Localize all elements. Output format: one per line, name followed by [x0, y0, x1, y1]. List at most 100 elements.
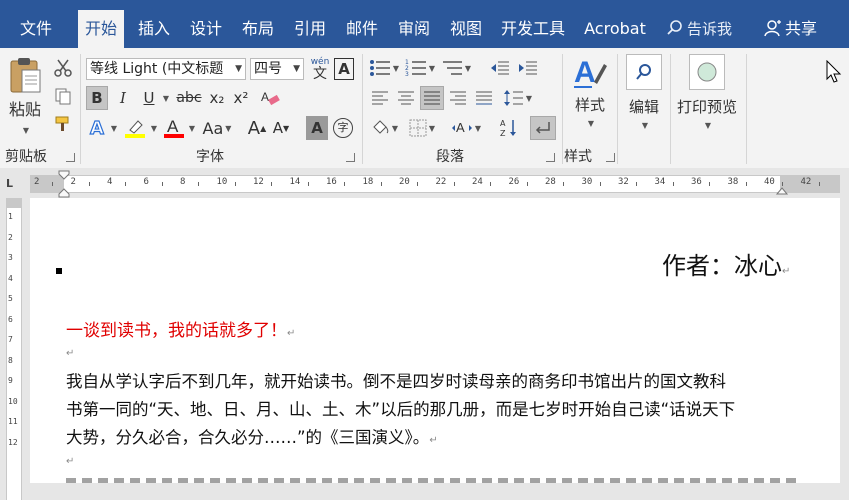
tell-me-search[interactable]: 告诉我	[666, 10, 732, 48]
styles-button[interactable]: A 样式 ▼	[566, 54, 614, 138]
character-shading-button[interactable]: A	[306, 116, 328, 140]
paragraph-mark-icon	[535, 122, 550, 134]
justify-button[interactable]	[420, 86, 444, 110]
font-color-button[interactable]: A	[162, 116, 186, 140]
copy-button[interactable]	[52, 84, 74, 108]
character-border-button[interactable]: A	[334, 58, 354, 80]
text-effects-dropdown[interactable]: ▼	[108, 116, 118, 140]
asian-layout-button[interactable]: A ▼	[450, 116, 482, 140]
editing-icon-box	[626, 54, 662, 90]
font-size-combo[interactable]: 四号 ▼	[250, 58, 304, 80]
tab-acrobat[interactable]: Acrobat	[580, 10, 650, 48]
right-indent-marker[interactable]	[776, 184, 788, 196]
shading-button[interactable]: ▼	[368, 116, 400, 140]
vertical-ruler[interactable]: 1 2 3 4 5 6 7 8 9 10 11 12	[0, 198, 22, 500]
vruler-number: 5	[8, 294, 13, 303]
document-page[interactable]: 作者：冰心↵ 一谈到读书，我的话就多了！↵ ↵ 我自从学认字后不到几年，就开始读…	[30, 198, 840, 483]
tab-design[interactable]: 设计	[184, 10, 228, 48]
styles-dialog-launcher[interactable]	[606, 153, 615, 162]
ruler-number: 2	[34, 177, 40, 187]
chevron-down-icon: ▼	[587, 119, 595, 128]
ribbon-tab-bar: 文件 开始 插入 设计 布局 引用 邮件 审阅 视图 开发工具 Acrobat …	[0, 0, 849, 48]
align-right-button[interactable]	[446, 86, 470, 110]
chevron-down-icon: ▼	[22, 126, 30, 135]
clipboard-dialog-launcher[interactable]	[66, 153, 75, 162]
show-hide-marks-button[interactable]	[530, 116, 556, 140]
print-preview-button[interactable]: 打印预览 ▼	[672, 54, 742, 138]
multilevel-list-button[interactable]: ▼	[440, 56, 472, 80]
vruler-number: 12	[8, 437, 18, 447]
underline-button[interactable]: U	[138, 86, 160, 110]
tab-selector-icon[interactable]: L	[6, 177, 20, 191]
font-name-combo[interactable]: 等线 Light (中文标题 ▼	[86, 58, 246, 80]
borders-button[interactable]: ▼	[406, 116, 438, 140]
ruler-tick	[198, 182, 199, 186]
ruler-number: 36	[691, 177, 702, 187]
cut-button[interactable]	[52, 56, 74, 80]
svg-text:A: A	[167, 117, 179, 136]
line-spacing-button[interactable]: ▼	[502, 86, 534, 110]
ruler-number: 2	[70, 177, 76, 187]
tab-mailings[interactable]: 邮件	[340, 10, 384, 48]
font-dialog-launcher[interactable]	[346, 153, 355, 162]
sort-button[interactable]: AZ	[496, 116, 522, 140]
superscript-button[interactable]: x²	[230, 86, 252, 110]
align-left-button[interactable]	[368, 86, 392, 110]
borders-icon	[409, 119, 427, 137]
body-paragraph[interactable]: 我自从学认字后不到几年，就开始读书。倒不是四岁时读母亲的商务印书馆出片的国文教科…	[66, 368, 735, 455]
font-color-dropdown[interactable]: ▼	[186, 116, 196, 140]
clear-formatting-button[interactable]: A	[258, 86, 282, 110]
highlight-dropdown[interactable]: ▼	[148, 116, 158, 140]
ruler-number: 30	[581, 177, 593, 187]
italic-button[interactable]: I	[112, 86, 134, 110]
paragraph-group: ▼ 1 2 3 ▼ ▼ ▼ ▼ ▼ A ▼ A Z 段落	[364, 48, 562, 168]
editing-button[interactable]: 编辑 ▼	[620, 54, 668, 138]
ruler-number: 10	[216, 177, 228, 187]
increase-indent-button[interactable]	[516, 56, 540, 80]
paragraph-mark: ↵	[429, 435, 438, 446]
align-left-icon	[372, 91, 388, 105]
tab-view[interactable]: 视图	[444, 10, 488, 48]
grow-font-button[interactable]: A ▲	[246, 116, 268, 140]
tab-developer[interactable]: 开发工具	[496, 10, 570, 48]
horizontal-ruler[interactable]: L 2 2 4 6 8 10 12 14 16 18 20 22 24 26 28 30 32 34 36 38 40 4…	[0, 168, 849, 198]
ruler-tick	[417, 182, 418, 186]
shrink-font-button[interactable]: A ▼	[270, 116, 292, 140]
paste-button[interactable]: 粘贴 ▼	[4, 56, 46, 140]
subscript-button[interactable]: x₂	[206, 86, 228, 110]
ruler-tick	[125, 182, 126, 186]
numbering-button[interactable]: 1 2 3 ▼	[404, 56, 436, 80]
strikethrough-button[interactable]: abc	[174, 86, 204, 110]
heading-line[interactable]: 一谈到读书，我的话就多了！↵	[66, 316, 295, 341]
ruler-number: 34	[654, 177, 666, 187]
tab-file[interactable]: 文件	[10, 10, 62, 48]
bold-button[interactable]: B	[86, 86, 108, 110]
vruler-top-margin	[7, 198, 21, 208]
distributed-button[interactable]	[472, 86, 496, 110]
first-line-indent-marker[interactable]	[58, 170, 70, 198]
text-effects-button[interactable]: A	[86, 116, 108, 140]
author-line[interactable]: 作者：冰心↵	[662, 246, 790, 281]
phonetic-guide-button[interactable]: wén 文	[308, 56, 332, 82]
paragraph-dialog-launcher[interactable]	[546, 153, 555, 162]
underline-dropdown[interactable]: ▼	[160, 86, 170, 110]
highlight-button[interactable]	[122, 116, 148, 140]
format-painter-button[interactable]	[52, 112, 74, 136]
ruler-number: 40	[764, 177, 775, 187]
bullets-button[interactable]: ▼	[368, 56, 400, 80]
align-center-button[interactable]	[394, 86, 418, 110]
share-button[interactable]: 共享	[764, 10, 817, 48]
justify-icon	[424, 91, 440, 105]
decrease-indent-button[interactable]	[488, 56, 512, 80]
chevron-down-icon: ▼	[391, 123, 399, 133]
tab-insert[interactable]: 插入	[132, 10, 176, 48]
vruler-number: 10	[8, 396, 18, 406]
tab-references[interactable]: 引用	[288, 10, 332, 48]
svg-text:A: A	[500, 119, 506, 128]
change-case-button[interactable]: Aa ▼	[200, 116, 234, 140]
tab-layout[interactable]: 布局	[236, 10, 280, 48]
ruler-number: 14	[289, 177, 301, 187]
enclose-characters-button[interactable]: 字	[332, 116, 354, 140]
tab-review[interactable]: 审阅	[392, 10, 436, 48]
tab-home[interactable]: 开始	[78, 10, 124, 48]
